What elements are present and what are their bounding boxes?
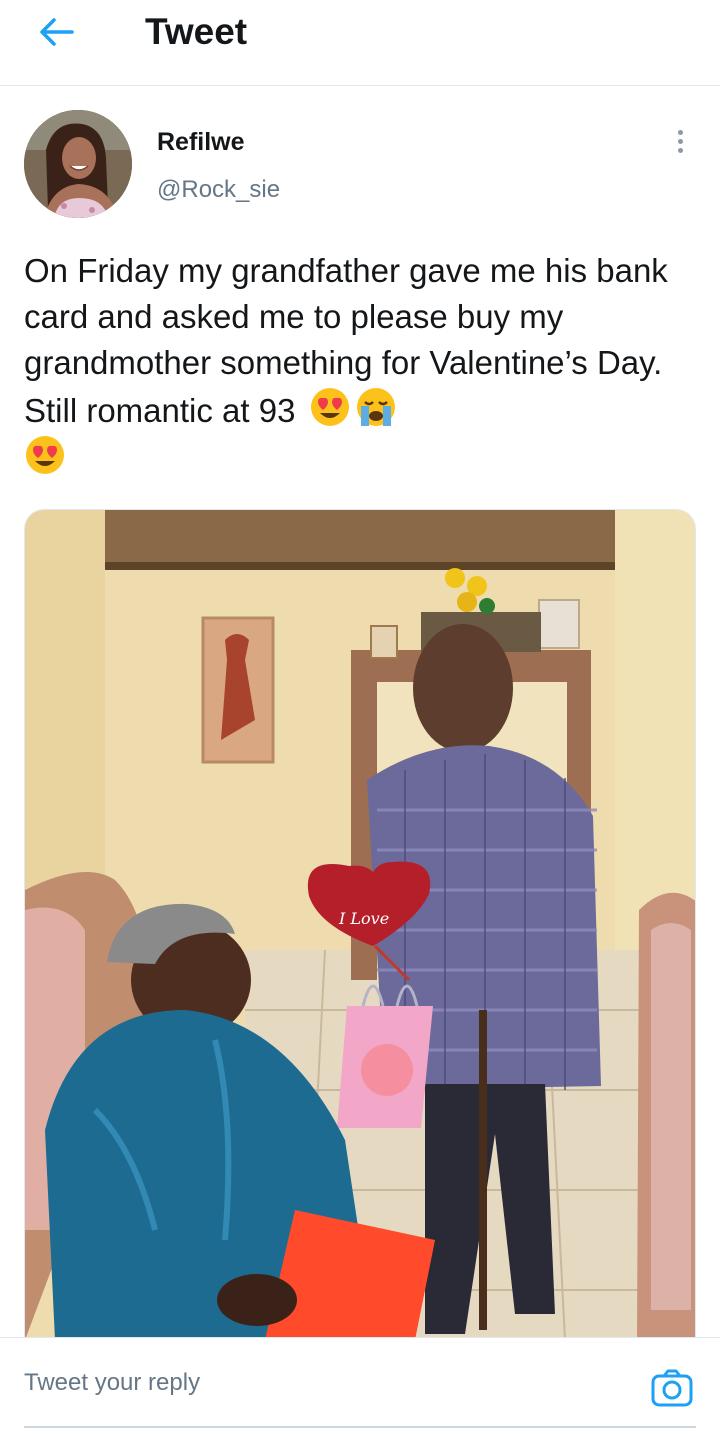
more-options-button[interactable] — [666, 126, 694, 156]
more-vertical-icon — [677, 129, 683, 135]
author-name[interactable]: Refilwe — [157, 128, 245, 157]
arrow-left-icon — [40, 18, 74, 46]
crying-face-emoji-icon — [356, 388, 395, 426]
tweet-photo[interactable]: I Love — [24, 509, 696, 1339]
tweet-text: On Friday my grandfather gave me his ban… — [24, 248, 704, 482]
camera-icon — [651, 1369, 693, 1407]
reply-input[interactable]: Tweet your reply — [24, 1338, 696, 1428]
balloon-text: I Love — [338, 909, 389, 928]
heart-eyes-emoji-icon — [26, 436, 64, 474]
author-handle[interactable]: @Rock_sie — [157, 176, 280, 204]
heart-eyes-emoji-icon — [310, 388, 349, 426]
back-button[interactable] — [30, 8, 82, 56]
top-bar: Tweet — [0, 0, 720, 86]
avatar[interactable] — [24, 110, 132, 218]
page-title: Tweet — [145, 11, 248, 52]
tweet-author: Refilwe @Rock_sie — [0, 108, 720, 223]
reply-bar: Tweet your reply — [0, 1337, 720, 1431]
camera-button[interactable] — [650, 1368, 694, 1408]
